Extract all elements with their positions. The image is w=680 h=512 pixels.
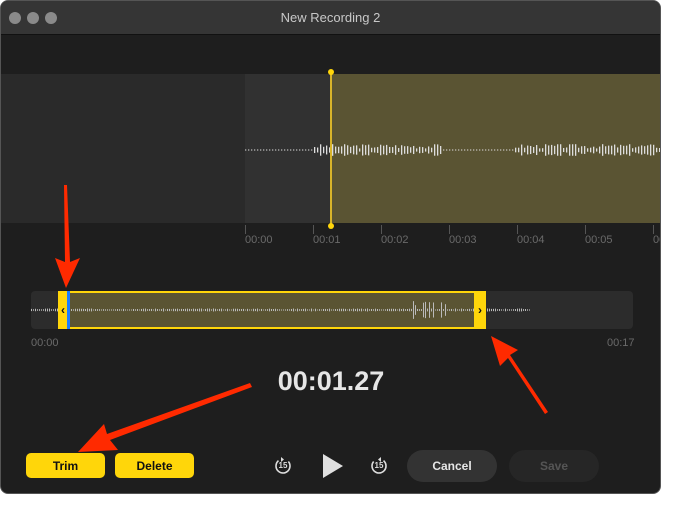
arrow-to-trim-button — [78, 383, 252, 452]
arrow-to-left-handle — [55, 185, 80, 288]
annotation-arrows — [55, 185, 548, 452]
arrow-to-right-handle — [491, 336, 548, 414]
